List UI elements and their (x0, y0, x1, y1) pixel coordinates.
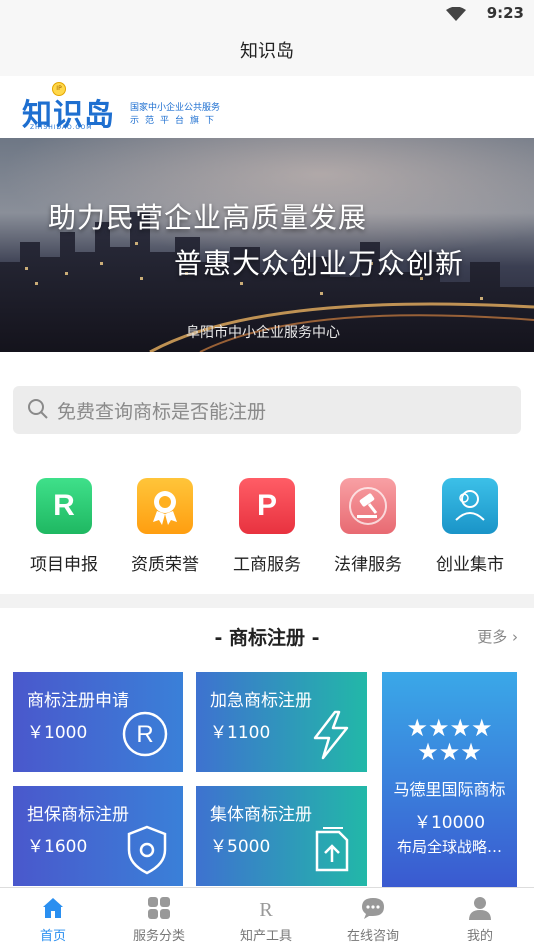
category-label: 工商服务 (233, 555, 301, 575)
card-name: 商标注册申请 (27, 691, 129, 711)
trademark-card-urgent[interactable]: 加急商标注册 ￥1100 (196, 672, 367, 772)
tab-mine[interactable]: 我的 (427, 888, 533, 949)
status-time: 9:23 (486, 4, 524, 22)
banner-headline-1: 助力民营企业高质量发展 (48, 201, 368, 234)
banner-footer: 阜阳市中小企业服务中心 (186, 325, 340, 341)
svg-text:R: R (136, 721, 153, 748)
search-input[interactable]: 免费查询商标是否能注册 (13, 386, 521, 434)
tab-label: 在线咨询 (346, 929, 399, 944)
more-link[interactable]: 更多 › (477, 626, 518, 647)
logo-banner: 知识岛 IP ZHISHIDAO.COM 国家中小企业公共服务 示范平台旗下 (0, 76, 534, 138)
user-icon (468, 896, 492, 920)
category-startup-market[interactable]: 创业集市 (425, 478, 515, 575)
trademark-card-madrid[interactable]: ★★★★ ★★★ 马德里国际商标 ￥10000 布局全球战略… (382, 672, 517, 887)
search-placeholder: 免费查询商标是否能注册 (57, 401, 267, 423)
card-price: ￥1100 (210, 723, 271, 743)
tab-home[interactable]: 首页 (0, 888, 106, 949)
gavel-icon (340, 478, 396, 534)
tab-label: 服务分类 (132, 929, 185, 944)
logo-domain: ZHISHIDAO.COM (30, 124, 93, 131)
chevron-right-icon: › (512, 628, 518, 646)
lightning-icon (309, 710, 353, 764)
registered-icon: R (121, 710, 169, 762)
category-label: 创业集市 (436, 555, 504, 575)
more-label: 更多 (477, 628, 508, 646)
wifi-icon (446, 6, 466, 25)
stars-icon: ★★★★ ★★★ (406, 714, 493, 766)
tab-online-consult[interactable]: 在线咨询 (320, 888, 426, 949)
bottom-tab-bar: 首页 服务分类 R 知产工具 在线咨询 我的 (0, 887, 534, 949)
search-icon (27, 398, 49, 424)
award-icon (137, 478, 193, 534)
r-tool-icon: R (254, 896, 278, 921)
category-project-declare[interactable]: R 项目申报 (19, 478, 109, 575)
category-business-service[interactable]: P 工商服务 (222, 478, 312, 575)
tab-ip-tools[interactable]: R 知产工具 (213, 888, 319, 949)
page-title: 知识岛 (0, 28, 534, 76)
card-price: ￥1000 (27, 723, 88, 743)
section-title: - 商标注册 - (214, 627, 320, 649)
p-icon: P (239, 478, 295, 534)
card-desc: 布局全球战略… (396, 838, 502, 856)
trademark-card-guarantee[interactable]: 担保商标注册 ￥1600 (13, 786, 183, 886)
svg-text:R: R (259, 899, 273, 920)
document-upload-icon (309, 824, 353, 878)
promo-banner[interactable]: 助力民营企业高质量发展 普惠大众创业万众创新 阜阳市中小企业服务中心 (0, 138, 534, 352)
grid-icon (147, 896, 171, 920)
category-legal-service[interactable]: 法律服务 (323, 478, 413, 575)
chat-icon (361, 896, 385, 920)
r-icon: R (36, 478, 92, 534)
card-name: 马德里国际商标 (393, 780, 506, 799)
status-bar: 9:23 (0, 0, 534, 28)
section-divider (0, 594, 534, 608)
category-label: 项目申报 (30, 555, 98, 575)
card-name: 担保商标注册 (27, 805, 129, 825)
card-name: 集体商标注册 (210, 805, 312, 825)
trademark-card-apply[interactable]: 商标注册申请 ￥1000 R (13, 672, 183, 772)
lightbulb-icon: IP (52, 82, 66, 96)
category-label: 资质荣誉 (131, 555, 199, 575)
card-name: 加急商标注册 (210, 691, 312, 711)
card-price: ￥5000 (210, 837, 271, 857)
banner-headline-2: 普惠大众创业万众创新 (174, 247, 465, 280)
card-price: ￥1600 (27, 837, 88, 857)
card-price: ￥10000 (413, 813, 486, 833)
category-label: 法律服务 (334, 555, 402, 575)
shield-icon (125, 824, 169, 880)
tab-label: 知产工具 (239, 929, 292, 944)
tab-service-category[interactable]: 服务分类 (106, 888, 212, 949)
home-icon (41, 896, 65, 920)
category-qualification[interactable]: 资质荣誉 (120, 478, 210, 575)
logo-tagline-2: 示范平台旗下 (130, 116, 221, 126)
trademark-card-collective[interactable]: 集体商标注册 ￥5000 (196, 786, 367, 886)
tab-label: 首页 (39, 929, 66, 944)
person-icon (442, 478, 498, 534)
logo-tagline-1: 国家中小企业公共服务 (130, 103, 221, 113)
tab-label: 我的 (466, 929, 493, 944)
